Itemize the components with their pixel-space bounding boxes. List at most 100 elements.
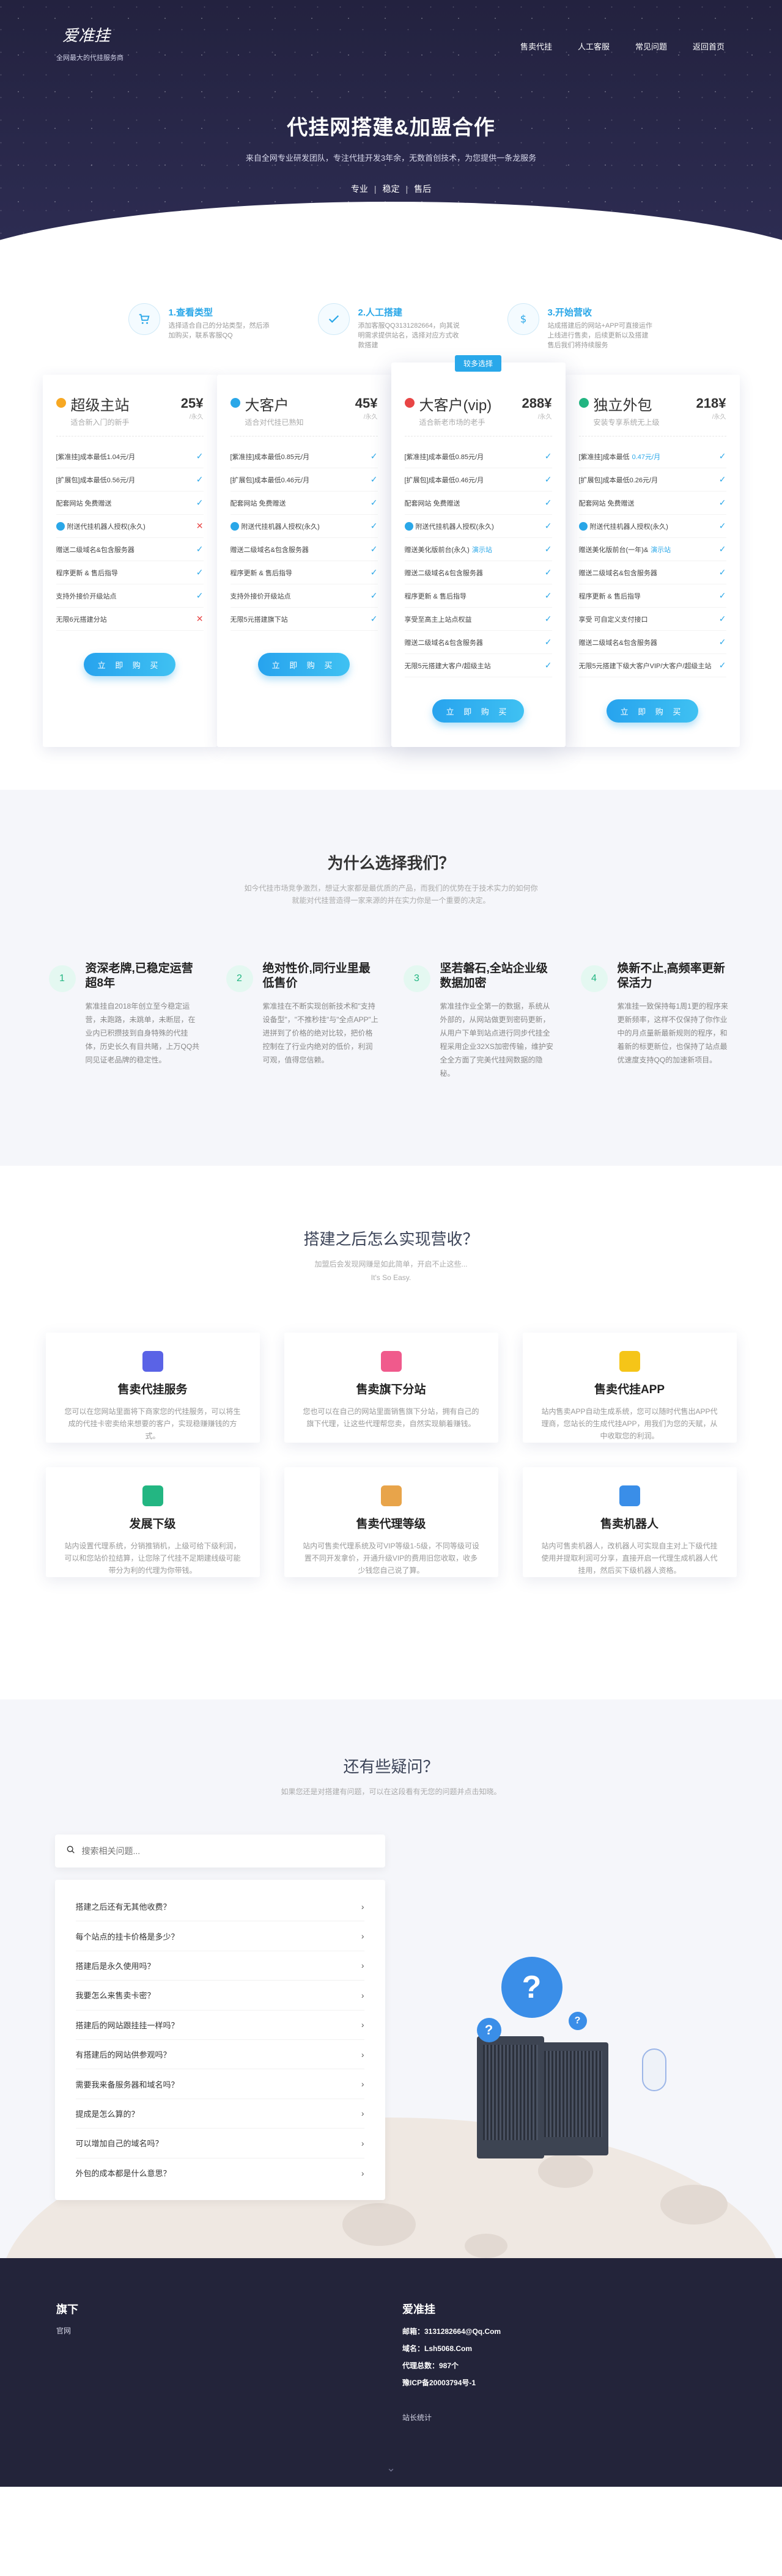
hero-subtitle: 来自全网专业研发团队，专注代挂开发3年余，无数首创技术，为您提供一条龙服务 [245,153,537,163]
server-illustration [476,2036,544,2158]
check-icon: ✓ [718,521,726,531]
plan-feature-text: [紫准挂]成本最低 [578,453,630,461]
plan-feature: 赠送美化版前台(永久) 演示站 ✓ [404,538,552,561]
check-icon: ✓ [544,498,552,507]
plan-header: 超级主站 适合新入门的新手 25¥ /永久 [56,393,204,436]
footer: 旗下 官网 爱准挂 邮箱：3131282664@Qq.Com 域名：Lsh506… [0,2258,782,2487]
step-item: 1.查看类型 选择适合自己的分站类型，然后添加购买，联系客服QQ [128,303,275,350]
why-item-title: 焕新不止,高频率更新保活力 [617,962,725,990]
plan-feature-highlight[interactable]: 演示站 [651,545,671,554]
hero-curve [0,202,782,245]
plan-feature: 配套网站 免费赠送 ✓ [56,491,204,515]
logo[interactable]: 爱准挂 全网最大的代挂服务商 [56,23,142,62]
plan-feature: 赠送二级域名&包含服务器 ✓ [56,538,204,561]
plan-price-value: 45¥ [355,396,378,411]
nav-support[interactable]: 人工客服 [578,40,610,52]
check-icon: ✓ [370,521,378,531]
footer-link-official[interactable]: 官网 [56,2325,78,2336]
plan-feature-text: 附送代挂机器人授权(永久) [241,523,320,531]
hero-tags: 专业 | 稳定 | 售后 [0,183,782,195]
pricing-plan-card: 大客户 适合对代挂已熟知 45¥/永久 [紫准挂]成本最低0.85元/月 ✓ [扩展包]成… [216,375,391,747]
faq-item[interactable]: 外包的成本都是什么意思？ › [76,2158,364,2188]
why-item: 1 资深老牌,已稳定运营超8年 紫准挂自2018年创立至今稳定运营，未跑路，未跳单，… [48,962,202,1080]
plan-name: 大客户(vip) [419,397,492,414]
faq-question: 有搭建后的网站供参观吗？ [75,2050,171,2060]
plan-feature-list: [紫准挂]成本最低0.85元/月 ✓ [扩展包]成本最低0.46元/月 ✓ 配套网站 免… [404,445,552,677]
plan-feature-text: 赠送美化版前台(永久) [404,546,470,554]
plan-feature: 附送代挂机器人授权(永久) ✓ [230,515,378,538]
plan-feature-text: 程序更新 & 售后指导 [404,592,467,600]
chevron-down-icon[interactable]: ⌄ [386,2462,396,2475]
why-title: 为什么选择我们？ [327,854,455,872]
plan-feature-text: [紫准挂]成本最低0.85元/月 [404,453,484,461]
why-item-desc: 紫准挂在不断实现创新技术和"支持设备型"，"不推秒挂"与"全点APP"上进拼到了… [262,1002,378,1064]
pricing-plan-card: 超级主站 适合新入门的新手 25¥/永久 [紫准挂]成本最低1.04元/月 ✓ [扩展包]… [42,375,217,747]
faq-item[interactable]: 有搭建后的网站供参观吗？ › [75,2040,364,2070]
astronaut-illustration [641,2048,666,2091]
plan-feature-highlight[interactable]: 0.47元/月 [632,452,660,462]
why-item: 3 坚若磐石,全站企业级数据加密 紫准挂作业全第一的数据，系统从外部的，从网站做更到… [403,962,556,1080]
why-item-desc: 紫准挂作业全第一的数据，系统从外部的，从网站做更到密码更新，从用户下单到站点进行… [440,1002,553,1078]
step-title: 1.查看类型 [168,307,213,318]
tag-separator: | [405,184,408,194]
faq-item[interactable]: 搭建后是永久使用吗？ › [75,1951,364,1981]
plan-feature-list: [紫准挂]成本最低1.04元/月 ✓ [扩展包]成本最低0.56元/月 ✓ 配套网站 免… [56,445,204,631]
faq-search-box[interactable] [54,1834,385,1868]
nav-sell-service[interactable]: 售卖代挂 [520,40,552,52]
hero-tag: 售后 [414,184,432,194]
chevron-right-icon: › [361,1901,364,1912]
robot-icon [230,521,239,531]
step-title: 3.开始营收 [547,307,592,318]
check-icon: ✓ [370,451,378,461]
buy-now-button[interactable]: 立 即 购 买 [607,699,698,723]
faq-item[interactable]: 需要我来备服务器和域名吗？ › [75,2069,364,2099]
step-desc: 选择适合自己的分站类型，然后添加购买，联系客服QQ [168,322,270,339]
check-icon: ✓ [370,567,378,577]
plan-feature-text: 配套网站 免费赠送 [404,499,460,507]
plan-feature-highlight[interactable]: 演示站 [472,545,492,554]
faq-search-input[interactable] [81,1846,385,1856]
cart-icon [128,303,160,335]
check-icon: ✓ [718,567,726,577]
robot-icon [578,521,588,531]
plan-header: 大客户 适合对代挂已熟知 45¥ /永久 [230,393,378,436]
profit-subtitle-en: It's So Easy. [371,1273,411,1282]
profit-card: 售卖代挂服务 您可以在您网站里面将下商家您的代挂服务，可以将生成的代挂卡密卖给来想… [45,1333,260,1443]
nav-home[interactable]: 返回首页 [693,40,725,52]
why-item-title: 坚若磐石,全站企业级数据加密 [440,962,548,990]
plan-feature: 配套网站 免费赠送 ✓ [404,491,552,515]
why-number-badge: 4 [580,965,608,992]
profit-grid: 售卖代挂服务 您可以在您网站里面将下商家您的代挂服务，可以将生成的代挂卡密卖给来想… [0,1333,782,1577]
badge-icon [380,1485,402,1506]
faq-item[interactable]: 可以增加自己的域名吗？ › [75,2129,364,2158]
faq-subtitle: 如果您还是对搭建有问题，可以在这段看有无您的问题并点击知晓。 [281,1787,501,1796]
plan-feature: 程序更新 & 售后指导 ✓ [56,561,204,584]
footer-stats-link[interactable]: 站长统计 [402,2412,501,2423]
buy-now-button[interactable]: 立 即 购 买 [432,699,524,723]
step-desc: 站成搭建后的网站+APP可直接运作上线进行售卖，后续更新以及搭建售后我们将持续服… [547,322,652,349]
faq-item[interactable]: 提成是怎么算的？ › [75,2099,364,2129]
plan-price-value: 218¥ [696,396,726,411]
faq-item[interactable]: 每个站点的挂卡价格是多少？ › [75,1921,364,1951]
nav-faq[interactable]: 常见问题 [635,40,667,52]
profit-card-desc: 您也可以在自己的网站里面销售旗下分站，拥有自己的旗下代理，让这些代理帮您卖，自然… [303,1407,479,1428]
buy-now-button[interactable]: 立 即 购 买 [258,653,350,676]
buy-now-button[interactable]: 立 即 购 买 [84,653,175,676]
plan-feature-list: [紫准挂]成本最低0.85元/月 ✓ [扩展包]成本最低0.46元/月 ✓ 配套网站 免… [230,445,378,631]
check-icon: ✓ [718,498,726,507]
footer-domain: 域名：Lsh5068.Com [402,2344,473,2353]
plan-feature-text: 配套网站 免费赠送 [578,499,635,507]
plan-feature-text: 赠送二级域名&包含服务器 [404,569,483,577]
faq-item[interactable]: 搭建之后还有无其他收费？ › [75,1892,364,1922]
faq-item[interactable]: 我要怎么来售卖卡密？ › [75,1981,364,2011]
check-icon: ✓ [370,544,378,554]
check-icon: ✓ [544,637,552,647]
plan-flame-icon [230,398,240,408]
hero: 爱准挂 全网最大的代挂服务商 售卖代挂 人工客服 常见问题 返回首页 代挂网搭建… [0,0,782,245]
check-icon: ✓ [544,474,552,484]
faq-item[interactable]: 搭建后的网站跟挂挂一样吗？ › [75,2011,364,2040]
pricing-plan-card: 较多选择 大客户(vip) 适合新老市场的老手 288¥ /永久 [紫准挂]成本最低0.8… [391,355,566,747]
plan-price-value: 288¥ [522,396,552,411]
profit-card-title: 售卖机器人 [600,1518,658,1531]
footer-icp[interactable]: 豫ICP备20003794号-1 [402,2374,501,2391]
